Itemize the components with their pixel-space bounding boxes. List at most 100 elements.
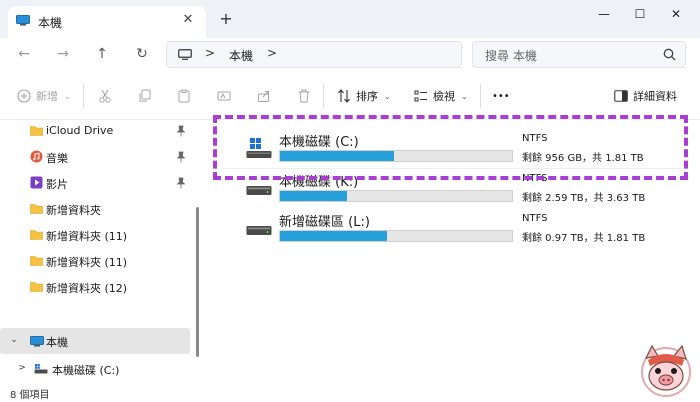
chevron-down-icon: ⌄ bbox=[64, 91, 71, 101]
breadcrumb-chevron-icon[interactable]: > bbox=[205, 46, 215, 60]
sort-label: 排序 bbox=[356, 90, 378, 103]
maximize-button[interactable]: ☐ bbox=[630, 4, 650, 24]
drive-item-c[interactable]: 本機磁碟 (C:) NTFS 剩餘 956 GB，共 1.81 TB bbox=[222, 129, 684, 171]
rename-button[interactable] bbox=[217, 86, 231, 106]
sidebar-item-new-folder[interactable]: 新增資料夾 bbox=[0, 196, 190, 222]
copy-icon bbox=[139, 89, 151, 102]
toolbar-divider bbox=[480, 84, 481, 108]
drive-name: 本機磁碟 (C:) bbox=[279, 135, 359, 150]
sidebar-item-label: 本機磁碟 (C:) bbox=[52, 364, 120, 377]
minimize-button[interactable]: — bbox=[594, 4, 614, 24]
status-bar: 8 個項目 bbox=[0, 382, 700, 402]
pig-mascot-logo bbox=[641, 344, 691, 397]
forward-button[interactable]: → bbox=[51, 42, 75, 66]
item-count: 8 個項目 bbox=[10, 390, 50, 401]
new-button[interactable]: 新增 ⌄ bbox=[17, 86, 71, 106]
paste-button[interactable] bbox=[177, 86, 191, 106]
close-window-button[interactable]: ✕ bbox=[666, 4, 686, 24]
computer-icon bbox=[16, 15, 30, 26]
toolbar-divider bbox=[323, 84, 324, 108]
video-icon bbox=[30, 176, 43, 189]
search-box[interactable]: 搜尋 本機 bbox=[472, 41, 686, 68]
sidebar-item-label: 本機 bbox=[46, 336, 68, 349]
sidebar-scrollbar-thumb[interactable] bbox=[196, 207, 199, 357]
new-tab-icon[interactable]: + bbox=[218, 11, 234, 27]
navigation-bar: ← → ↑ ↻ > 本機 > 搜尋 本機 bbox=[0, 38, 700, 70]
sidebar-item-new-folder-11[interactable]: 新增資料夾 (11) bbox=[0, 222, 190, 248]
tab-this-pc[interactable]: 本機 ✕ bbox=[8, 6, 206, 38]
sidebar-item-icloud-drive[interactable]: iCloud Drive bbox=[0, 118, 190, 144]
chevron-down-icon: ⌄ bbox=[461, 91, 468, 101]
search-placeholder: 搜尋 本機 bbox=[485, 49, 537, 63]
rename-icon bbox=[217, 91, 231, 101]
close-tab-icon[interactable]: ✕ bbox=[180, 12, 196, 28]
details-pane-button[interactable]: 詳細資料 bbox=[614, 86, 677, 106]
chevron-down-icon: ⌄ bbox=[384, 91, 391, 101]
drive-name: 新增磁碟區 (L:) bbox=[279, 215, 370, 230]
sidebar-item-label: 新增資料夾 (11) bbox=[46, 230, 128, 243]
view-list-icon bbox=[414, 90, 427, 102]
file-explorer-window: 本機 ✕ + — ☐ ✕ ← → ↑ ↻ > 本機 > 搜尋 本機 新增 ⌄ 排… bbox=[0, 0, 700, 402]
drive-name: 本機磁碟 (K:) bbox=[279, 175, 359, 190]
sidebar-item-label: 音樂 bbox=[46, 152, 68, 165]
sidebar-item-this-pc[interactable]: ⌄ 本機 bbox=[0, 328, 190, 354]
content-pane: 本機磁碟 (C:) NTFS 剩餘 956 GB，共 1.81 TB 本機磁碟 … bbox=[204, 120, 700, 382]
drive-icon bbox=[34, 364, 48, 374]
sort-icon bbox=[338, 89, 350, 103]
breadcrumb-chevron-icon[interactable]: > bbox=[267, 46, 277, 60]
title-bar: 本機 ✕ + — ☐ ✕ bbox=[0, 0, 700, 38]
more-icon: ••• bbox=[492, 90, 510, 102]
details-pane-icon bbox=[614, 90, 628, 102]
pin-icon bbox=[176, 125, 186, 137]
share-button[interactable] bbox=[257, 86, 271, 106]
view-label: 檢視 bbox=[433, 90, 455, 103]
details-label: 詳細資料 bbox=[633, 90, 677, 103]
clipboard-icon bbox=[178, 89, 190, 103]
drive-usage-bar bbox=[279, 150, 513, 162]
drive-filesystem: NTFS bbox=[522, 213, 548, 224]
music-icon bbox=[30, 150, 43, 163]
folder-icon bbox=[30, 282, 43, 292]
cut-button[interactable] bbox=[98, 86, 112, 106]
sidebar-item-new-folder-11b[interactable]: 新增資料夾 (11) bbox=[0, 248, 190, 274]
sidebar-item-music[interactable]: 音樂 bbox=[0, 144, 190, 170]
drive-usage-fill bbox=[280, 151, 394, 161]
view-button[interactable]: 檢視 ⌄ bbox=[414, 86, 468, 106]
chevron-right-icon[interactable]: > bbox=[16, 363, 28, 373]
sidebar-item-label: 新增資料夾 (12) bbox=[46, 282, 128, 295]
command-bar: 新增 ⌄ 排序 ⌄ 檢視 ⌄ ••• 詳細資料 bbox=[0, 70, 700, 120]
folder-icon bbox=[30, 230, 43, 240]
drive-item-l[interactable]: 新增磁碟區 (L:) NTFS 剩餘 0.97 TB，共 1.81 TB bbox=[222, 209, 684, 251]
delete-button[interactable] bbox=[297, 86, 311, 106]
drive-filesystem: NTFS bbox=[522, 133, 548, 144]
toolbar-divider bbox=[83, 84, 84, 108]
drive-usage-bar bbox=[279, 230, 513, 242]
address-bar[interactable]: > 本機 > bbox=[166, 41, 462, 68]
folder-icon bbox=[30, 126, 43, 136]
copy-button[interactable] bbox=[138, 86, 152, 106]
chevron-down-icon[interactable]: ⌄ bbox=[8, 335, 20, 345]
sidebar-item-local-disk-c[interactable]: > 本機磁碟 (C:) bbox=[0, 356, 190, 382]
tab-title: 本機 bbox=[38, 16, 63, 30]
search-icon bbox=[663, 48, 676, 61]
drive-free-space: 剩餘 0.97 TB，共 1.81 TB bbox=[522, 233, 646, 244]
up-button[interactable]: ↑ bbox=[90, 42, 114, 66]
drive-icon bbox=[246, 186, 272, 195]
sidebar-item-label: 新增資料夾 bbox=[46, 204, 101, 217]
sidebar-item-label: iCloud Drive bbox=[46, 124, 114, 137]
sidebar-item-videos[interactable]: 影片 bbox=[0, 170, 190, 196]
navigation-pane: iCloud Drive 音樂 影片 新增資料夾 新增資料夾 (11) 新增資料… bbox=[0, 120, 204, 382]
trash-icon bbox=[298, 89, 310, 103]
breadcrumb-this-pc[interactable]: 本機 bbox=[229, 47, 253, 64]
sidebar-item-new-folder-12[interactable]: 新增資料夾 (12) bbox=[0, 274, 190, 300]
more-options-button[interactable]: ••• bbox=[492, 86, 510, 106]
folder-icon bbox=[30, 204, 43, 214]
drive-item-k[interactable]: 本機磁碟 (K:) NTFS 剩餘 2.59 TB，共 3.63 TB bbox=[222, 169, 684, 211]
drive-usage-fill bbox=[280, 191, 348, 201]
drive-free-space: 剩餘 956 GB，共 1.81 TB bbox=[522, 153, 644, 164]
sidebar-item-label: 新增資料夾 (11) bbox=[46, 256, 128, 269]
sort-button[interactable]: 排序 ⌄ bbox=[337, 86, 391, 106]
pin-icon bbox=[176, 177, 186, 189]
refresh-button[interactable]: ↻ bbox=[130, 42, 154, 66]
back-button[interactable]: ← bbox=[12, 42, 36, 66]
